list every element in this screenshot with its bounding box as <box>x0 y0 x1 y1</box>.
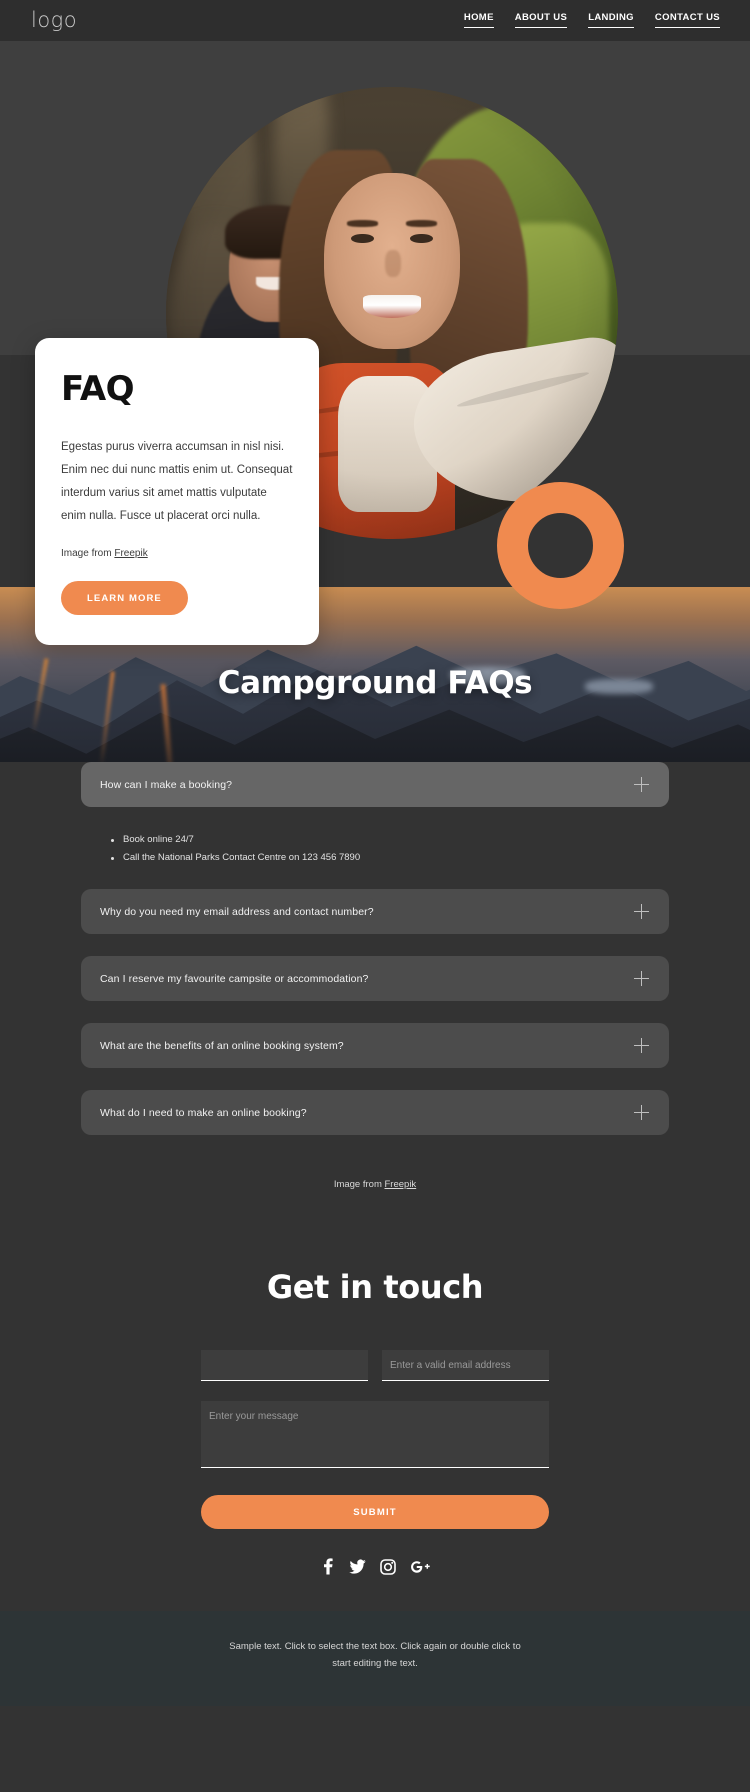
faq-accordion-header-3[interactable]: What are the benefits of an online booki… <box>81 1023 669 1069</box>
faq-question-3: What are the benefits of an online booki… <box>100 1039 344 1052</box>
footer-sample-text: Sample text. Click to select the text bo… <box>229 1641 521 1669</box>
page-root: logo HOME ABOUT US LANDING CONTACT US FA… <box>0 0 750 1707</box>
faq-intro-card: FAQ Egestas purus viverra accumsan in ni… <box>35 338 319 645</box>
social-links <box>0 1529 750 1611</box>
submit-button[interactable]: SUBMIT <box>201 1495 549 1530</box>
faq-section-credit: Image from Freepik <box>81 1141 669 1190</box>
credit-prefix: Image from <box>61 548 115 559</box>
plus-icon[interactable] <box>634 904 649 920</box>
faq-question-1: Why do you need my email address and con… <box>100 905 374 918</box>
google-plus-icon[interactable] <box>410 1559 430 1575</box>
credit-link-freepik[interactable]: Freepik <box>114 548 147 559</box>
plus-icon[interactable] <box>634 777 649 792</box>
contact-section: Get in touch SUBMIT <box>0 1190 750 1612</box>
plus-icon[interactable] <box>634 971 649 987</box>
orange-ring-decoration <box>497 482 624 609</box>
faq-accordion-list: How can I make a booking? Book online 24… <box>81 762 669 1190</box>
nav-item-home[interactable]: HOME <box>463 12 494 28</box>
hero-section: FAQ Egestas purus viverra accumsan in ni… <box>0 41 750 645</box>
credit-link-freepik[interactable]: Freepik <box>385 1179 417 1190</box>
accordion-spacer <box>81 940 669 956</box>
faq-accordion-header-0[interactable]: How can I make a booking? <box>81 762 669 807</box>
plus-icon[interactable] <box>634 1038 649 1054</box>
faq-answer-bullet: Book online 24/7 <box>109 831 669 849</box>
instagram-icon[interactable] <box>380 1558 396 1575</box>
contact-title: Get in touch <box>266 1268 484 1307</box>
faq-question-2: Can I reserve my favourite campsite or a… <box>100 972 369 985</box>
nav-item-contact-us[interactable]: CONTACT US <box>654 12 720 28</box>
nav-item-landing[interactable]: LANDING <box>588 12 634 28</box>
name-field[interactable] <box>201 1350 368 1382</box>
nav-item-about-us[interactable]: ABOUT US <box>514 12 568 28</box>
learn-more-button[interactable]: LEARN MORE <box>61 581 188 615</box>
faq-accordion-header-4[interactable]: What do I need to make an online booking… <box>81 1090 669 1136</box>
twitter-icon[interactable] <box>349 1558 366 1575</box>
accordion-spacer <box>81 1074 669 1090</box>
faq-accordion-header-1[interactable]: Why do you need my email address and con… <box>81 889 669 935</box>
site-footer: Sample text. Click to select the text bo… <box>0 1611 750 1707</box>
logo[interactable]: logo <box>31 10 77 31</box>
contact-form-row <box>201 1350 549 1382</box>
main-navigation: HOME ABOUT US LANDING CONTACT US <box>463 12 720 28</box>
message-field[interactable] <box>201 1401 549 1469</box>
faq-answer-bullet: Call the National Parks Contact Centre o… <box>109 849 669 867</box>
site-header: logo HOME ABOUT US LANDING CONTACT US <box>0 0 750 41</box>
faq-card-body: Egestas purus viverra accumsan in nisl n… <box>61 441 293 522</box>
faq-answer-panel-0: Book online 24/7 Call the National Parks… <box>81 813 669 889</box>
facebook-icon[interactable] <box>320 1558 335 1575</box>
faq-card-credit: Image from Freepik <box>61 548 293 559</box>
faq-question-0: How can I make a booking? <box>100 778 233 791</box>
accordion-spacer <box>81 1007 669 1023</box>
contact-form: SUBMIT <box>201 1350 549 1530</box>
faq-question-4: What do I need to make an online booking… <box>100 1106 307 1119</box>
plus-icon[interactable] <box>634 1105 649 1121</box>
faq-card-title: FAQ <box>61 369 135 409</box>
email-field[interactable] <box>382 1350 549 1382</box>
credit-prefix: Image from <box>333 1179 385 1191</box>
faq-accordion-section: How can I make a booking? Book online 24… <box>0 762 750 1191</box>
faq-accordion-header-2[interactable]: Can I reserve my favourite campsite or a… <box>81 956 669 1002</box>
